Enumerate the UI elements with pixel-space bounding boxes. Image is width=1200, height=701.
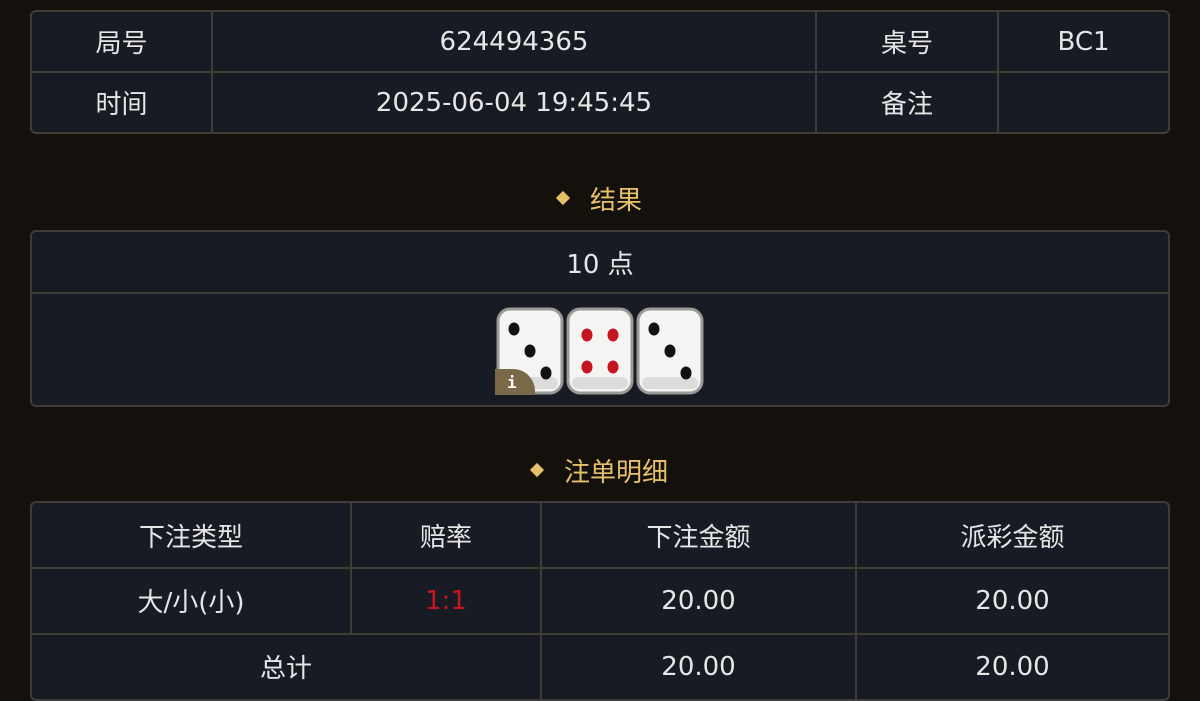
bet-detail-panel: 下注类型 赔率 下注金额 派彩金额 大/小(小) 1:1 20.00 20.00… [30,501,1170,701]
total-label: 总计 [32,632,542,699]
die-pip [540,366,552,379]
bet-amount-cell: 20.00 [540,567,857,635]
total-bet-amount: 20.00 [540,632,857,699]
diamond-icon [555,190,571,206]
table-number-value: BC1 [997,12,1168,73]
header-bet-amount: 下注金额 [540,503,857,570]
die-pip [508,322,520,335]
info-row-time: 时间 2025-06-04 19:45:45 备注 [32,71,1168,132]
die-pip [581,328,593,341]
die-3 [636,307,704,394]
result-points-row: 10 点 [32,232,1168,294]
round-number-label: 局号 [32,12,213,73]
diamond-icon [529,462,545,478]
note-label: 备注 [815,71,999,132]
die-2 [566,307,634,394]
result-section-title: 结果 [0,180,1200,217]
die-pip [664,344,676,357]
note-value [997,71,1168,132]
odds-cell: 1:1 [350,567,542,635]
result-points: 10 点 [32,232,1168,294]
result-panel: 10 点 i [30,230,1170,407]
round-number-value: 624494365 [211,12,817,73]
round-info-table: 局号 624494365 桌号 BC1 时间 2025-06-04 19:45:… [32,12,1168,132]
time-label: 时间 [32,71,213,132]
header-payout-amount: 派彩金额 [855,503,1168,570]
bet-detail-section-title: 注单明细 [0,452,1200,489]
die-pip [648,322,660,335]
header-odds: 赔率 [350,503,542,570]
total-row: 总计 20.00 20.00 [32,632,1168,699]
result-title-text: 结果 [589,186,642,216]
die-pip [581,360,593,373]
header-bet-type: 下注类型 [32,503,352,570]
result-table: 10 点 i [32,232,1168,405]
bet-type-cell: 大/小(小) [32,567,352,635]
payout-amount-cell: 20.00 [855,567,1168,635]
total-payout-amount: 20.00 [855,632,1168,699]
info-row-round: 局号 624494365 桌号 BC1 [32,12,1168,73]
die-pip [607,360,619,373]
bet-detail-table: 下注类型 赔率 下注金额 派彩金额 大/小(小) 1:1 20.00 20.00… [32,503,1168,699]
dice-group: i [495,307,705,399]
die-pip [524,344,536,357]
die-pip [680,366,692,379]
table-row: 大/小(小) 1:1 20.00 20.00 [32,567,1168,635]
round-info-panel: 局号 624494365 桌号 BC1 时间 2025-06-04 19:45:… [30,10,1170,134]
result-dice-row: i [32,292,1168,405]
die-pip [607,328,619,341]
bet-detail-title-text: 注单明细 [563,458,668,488]
table-number-label: 桌号 [815,12,999,73]
table-header-row: 下注类型 赔率 下注金额 派彩金额 [32,503,1168,570]
time-value: 2025-06-04 19:45:45 [211,71,817,132]
